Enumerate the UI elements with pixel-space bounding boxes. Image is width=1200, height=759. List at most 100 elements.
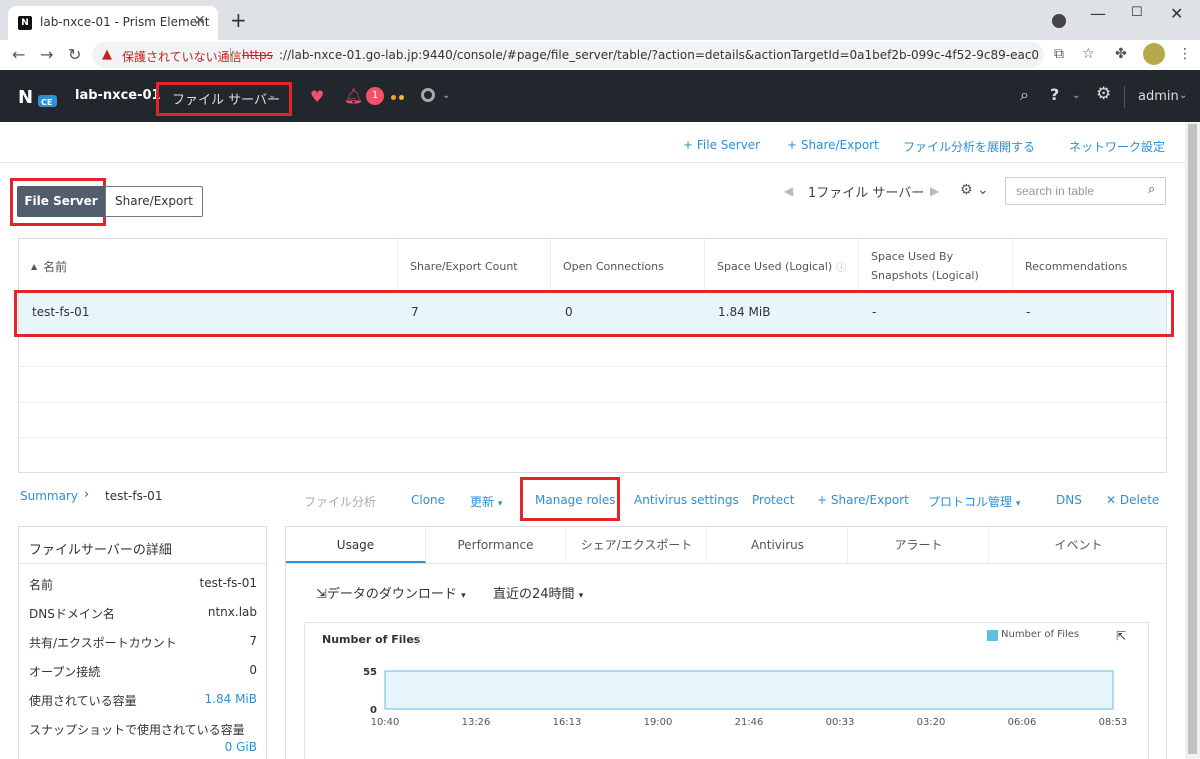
url-text[interactable]: ://lab-nxce-01.go-lab.jp:9440/console/#p… bbox=[279, 48, 1039, 62]
time-range-dropdown[interactable]: 直近の24時間 ▾ bbox=[493, 583, 583, 602]
download-data-dropdown[interactable]: ⇲データのダウンロード ▾ bbox=[316, 583, 466, 602]
gear-icon[interactable]: ⚙ bbox=[1096, 84, 1111, 104]
table-search[interactable]: ⌕ bbox=[1005, 177, 1166, 205]
add-share-export-action[interactable]: + Share/Export bbox=[817, 493, 909, 507]
scroll-thumb[interactable] bbox=[1188, 124, 1197, 754]
column-header-share-count[interactable]: Share/Export Count bbox=[398, 239, 551, 293]
protocol-management-action[interactable]: プロトコル管理 ▾ bbox=[928, 493, 1020, 510]
divider bbox=[19, 563, 266, 564]
page-prev-icon[interactable]: ◀ bbox=[784, 184, 793, 198]
update-action[interactable]: 更新 ▾ bbox=[470, 493, 502, 510]
file-server-toggle[interactable]: File Server bbox=[17, 186, 105, 217]
scrollbar[interactable] bbox=[1185, 122, 1200, 759]
dns-action[interactable]: DNS bbox=[1056, 493, 1082, 507]
tab-shares[interactable]: シェア/エクスポート bbox=[567, 527, 707, 563]
column-header-snapshot-space[interactable]: Space Used By Snapshots (Logical) bbox=[859, 239, 1013, 293]
sort-asc-icon[interactable]: ▲ bbox=[31, 262, 37, 271]
alert-count-badge[interactable]: 1 bbox=[366, 87, 384, 105]
new-tab-icon[interactable]: + bbox=[230, 10, 247, 30]
maximize-icon[interactable]: ☐ bbox=[1131, 5, 1143, 20]
divider bbox=[0, 162, 1185, 163]
forward-icon[interactable]: → bbox=[40, 45, 53, 64]
chevron-down-icon[interactable]: ⌄ bbox=[268, 90, 276, 101]
user-menu[interactable]: admin bbox=[1138, 89, 1179, 104]
search-input[interactable] bbox=[1016, 184, 1136, 198]
security-warning[interactable]: 保護されていない通信 bbox=[122, 48, 242, 65]
tasks-circle-icon[interactable] bbox=[421, 88, 435, 102]
column-header-recommendations[interactable]: Recommendations bbox=[1013, 239, 1166, 293]
details-title: ファイルサーバーの詳細 bbox=[29, 543, 172, 558]
divider bbox=[230, 48, 231, 62]
manage-roles-action[interactable]: Manage roles bbox=[535, 493, 615, 507]
breadcrumb-current: test-fs-01 bbox=[105, 489, 163, 503]
x-tick-label: 08:53 bbox=[1099, 717, 1128, 728]
close-icon: ✕ bbox=[1106, 493, 1117, 507]
add-file-server-link[interactable]: + File Server bbox=[683, 138, 760, 152]
chevron-down-icon[interactable]: ⌄ bbox=[1179, 90, 1187, 101]
add-share-export-link[interactable]: + Share/Export bbox=[787, 138, 879, 152]
protect-action[interactable]: Protect bbox=[752, 493, 794, 507]
tab-events[interactable]: イベント bbox=[990, 527, 1167, 563]
minimize-icon[interactable]: — bbox=[1090, 4, 1106, 23]
health-heart-icon[interactable]: ♥ bbox=[310, 87, 324, 106]
antivirus-settings-action[interactable]: Antivirus settings bbox=[634, 493, 739, 507]
warning-dot-icon bbox=[391, 95, 396, 100]
address-bar[interactable]: ▲ 保護されていない通信 https ://lab-nxce-01.go-lab… bbox=[92, 42, 1044, 68]
expand-chart-icon[interactable]: ⇱ bbox=[1116, 629, 1126, 643]
app-header: N CE lab-nxce-01 ファイル サーバー ⌄ ♥ 🔔︎ 1 ⌄ ⌕ … bbox=[0, 70, 1200, 122]
file-server-details-panel: ファイルサーバーの詳細 名前 test-fs-01 DNSドメイン名 ntnx.… bbox=[18, 526, 267, 759]
file-analytics-action[interactable]: ファイル分析 bbox=[304, 493, 376, 510]
series-area[interactable] bbox=[384, 670, 1114, 710]
tab-usage[interactable]: Usage bbox=[286, 527, 426, 563]
pager-count: 1ファイル サーバー bbox=[808, 186, 925, 201]
nutanix-logo-icon[interactable]: N CE bbox=[18, 86, 58, 108]
window-close-icon[interactable]: ✕ bbox=[1170, 4, 1183, 23]
search-icon[interactable]: ⌕ bbox=[1148, 182, 1155, 197]
help-icon[interactable]: ⓘ bbox=[413, 632, 423, 647]
tab-alerts[interactable]: アラート bbox=[849, 527, 989, 563]
table-settings-gear-icon[interactable]: ⚙ ⌄ bbox=[960, 182, 989, 198]
page-next-icon[interactable]: ▶ bbox=[930, 184, 939, 198]
chevron-down-icon[interactable]: ⌄ bbox=[1072, 90, 1080, 101]
search-icon[interactable]: ⌕ bbox=[1020, 85, 1029, 105]
detail-value: 7 bbox=[249, 634, 257, 648]
close-icon[interactable]: ✕ bbox=[194, 13, 206, 29]
reload-icon[interactable]: ↻ bbox=[68, 45, 81, 64]
share-export-toggle[interactable]: Share/Export bbox=[105, 186, 203, 217]
x-tick-label: 06:06 bbox=[1008, 717, 1037, 728]
column-header-name[interactable]: ▲ 名前 bbox=[19, 239, 398, 293]
clone-action[interactable]: Clone bbox=[411, 493, 445, 507]
detail-value-link[interactable]: 0 GiB bbox=[225, 740, 257, 754]
chevron-down-icon[interactable]: ⌄ bbox=[442, 90, 450, 101]
avatar[interactable] bbox=[1143, 43, 1165, 65]
details-tabs-panel: Usage Performance シェア/エクスポート Antivirus ア… bbox=[285, 526, 1167, 759]
x-tick-label: 10:40 bbox=[371, 717, 400, 728]
extensions-icon[interactable]: ✤ bbox=[1115, 46, 1127, 62]
translate-icon[interactable]: ⧉ bbox=[1054, 46, 1064, 62]
column-header-space-used[interactable]: Space Used (Logical) ⓘ bbox=[705, 239, 859, 293]
profile-menu-icon[interactable] bbox=[1052, 14, 1066, 28]
browser-tab[interactable]: N lab-nxce-01 - Prism Element ✕ bbox=[8, 6, 218, 40]
svg-text:N: N bbox=[18, 87, 33, 108]
column-header-open-connections[interactable]: Open Connections bbox=[551, 239, 705, 293]
tab-title: lab-nxce-01 - Prism Element bbox=[40, 15, 210, 29]
help-icon[interactable]: ? bbox=[1050, 85, 1059, 104]
tab-antivirus[interactable]: Antivirus bbox=[708, 527, 848, 563]
bell-icon[interactable]: 🔔︎ bbox=[344, 87, 363, 105]
help-icon[interactable]: ⓘ bbox=[836, 259, 846, 274]
main-menu-dropdown[interactable]: ファイル サーバー bbox=[172, 89, 280, 108]
detail-key: 使用されている容量 bbox=[29, 694, 137, 708]
breadcrumb-summary[interactable]: Summary bbox=[20, 489, 78, 503]
tab-performance[interactable]: Performance bbox=[426, 527, 566, 563]
detail-value-link[interactable]: 1.84 MiB bbox=[205, 692, 257, 706]
chart-plot: 55 010:40 13:26 16:13 19:00 21:46 00:33 03:20 06… bbox=[363, 667, 1128, 728]
deploy-file-analytics-link[interactable]: ファイル分析を展開する bbox=[903, 138, 1035, 155]
network-settings-link[interactable]: ネットワーク設定 bbox=[1069, 138, 1165, 155]
detail-key: スナップショットで使用されている容量 bbox=[29, 723, 245, 737]
delete-action[interactable]: ✕ Delete bbox=[1106, 493, 1159, 507]
detail-value: ntnx.lab bbox=[207, 605, 257, 619]
back-icon[interactable]: ← bbox=[12, 45, 25, 64]
cluster-name[interactable]: lab-nxce-01 bbox=[75, 88, 161, 103]
kebab-menu-icon[interactable]: ⋮ bbox=[1178, 46, 1192, 62]
bookmark-star-icon[interactable]: ☆ bbox=[1082, 46, 1095, 62]
